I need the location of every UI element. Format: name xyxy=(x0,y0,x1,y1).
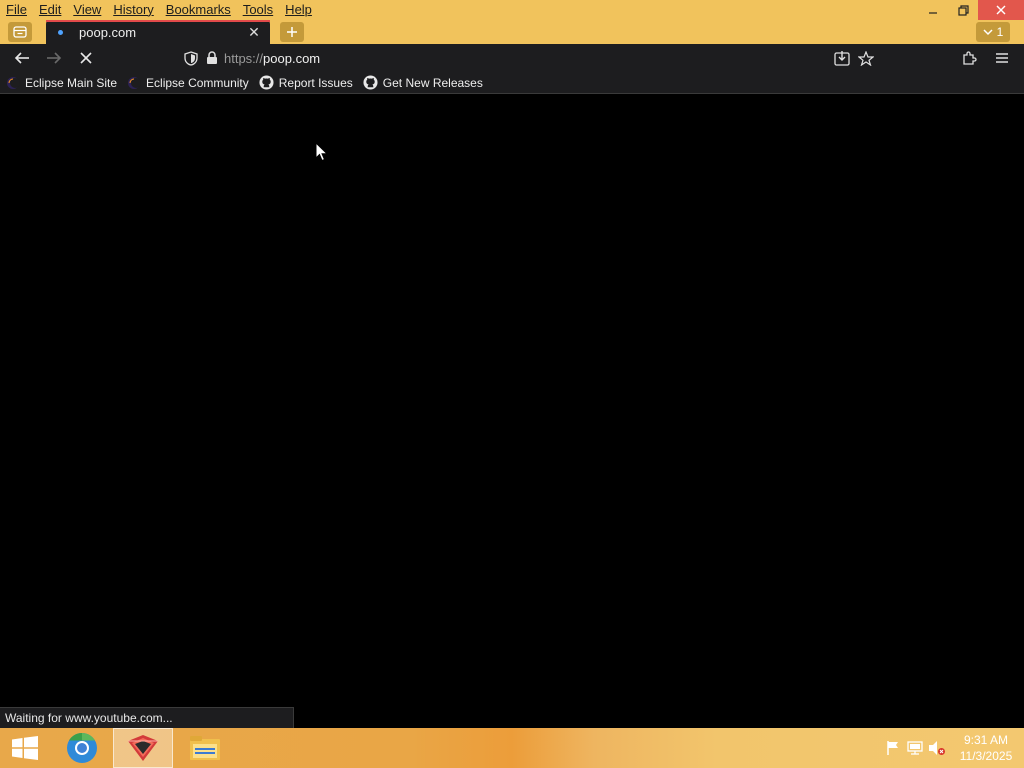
taskbar-clock[interactable]: 9:31 AM 11/3/2025 xyxy=(948,732,1024,764)
start-button[interactable] xyxy=(4,728,46,768)
bookmark-label: Get New Releases xyxy=(382,75,483,90)
puzzle-icon xyxy=(963,51,977,65)
bookmark-star-icon[interactable] xyxy=(858,50,874,66)
bookmarks-toolbar: Eclipse Main Site Eclipse Community Repo… xyxy=(0,72,1024,94)
tab-count: 1 xyxy=(996,25,1004,39)
github-icon xyxy=(363,75,378,90)
plus-icon xyxy=(287,27,297,37)
taskbar-browser-app[interactable] xyxy=(60,728,104,768)
firefox-view-button[interactable] xyxy=(8,22,32,42)
close-icon xyxy=(996,5,1006,15)
extensions-button[interactable] xyxy=(956,46,982,70)
shield-icon[interactable] xyxy=(184,50,198,66)
chromium-icon xyxy=(67,733,97,763)
github-icon xyxy=(259,75,274,90)
tab-close-icon[interactable]: ✕ xyxy=(244,24,264,41)
action-center-flag-icon[interactable] xyxy=(882,738,904,758)
eclipse-icon xyxy=(127,76,142,90)
folder-icon xyxy=(190,736,220,760)
minimize-icon xyxy=(929,12,937,14)
tab-title: poop.com xyxy=(79,24,137,40)
menu-edit[interactable]: Edit xyxy=(33,0,67,20)
forward-button[interactable] xyxy=(41,46,67,70)
menu-tools[interactable]: Tools xyxy=(237,0,279,20)
mouse-cursor-icon xyxy=(315,142,329,162)
restore-icon xyxy=(957,4,969,16)
menu-help[interactable]: Help xyxy=(279,0,318,20)
taskbar: 9:31 AM 11/3/2025 xyxy=(0,728,1024,768)
firefox-view-icon xyxy=(13,26,27,38)
volume-muted-icon[interactable] xyxy=(926,738,948,758)
menu-history[interactable]: History xyxy=(107,0,159,20)
lock-icon[interactable] xyxy=(206,51,218,65)
menu-file[interactable]: File xyxy=(0,0,33,20)
loading-dot-icon xyxy=(58,29,63,35)
bookmark-label: Eclipse Community xyxy=(146,75,249,90)
forward-arrow-icon xyxy=(47,52,62,64)
system-tray: 9:31 AM 11/3/2025 xyxy=(882,728,1024,768)
bookmark-report-issues[interactable]: Report Issues xyxy=(259,75,353,90)
menu-bookmarks[interactable]: Bookmarks xyxy=(160,0,237,20)
back-arrow-icon xyxy=(14,52,29,64)
window-controls xyxy=(918,0,1024,20)
chevron-down-icon xyxy=(983,29,993,36)
new-tab-button[interactable] xyxy=(280,22,304,42)
status-panel: Waiting for www.youtube.com... xyxy=(0,707,294,728)
taskbar-file-explorer[interactable] xyxy=(182,728,228,768)
tab-strip: poop.com ✕ 1 xyxy=(0,20,1024,44)
page-content[interactable] xyxy=(0,94,1024,728)
browser-fox-icon xyxy=(128,735,158,761)
bookmark-label: Eclipse Main Site xyxy=(25,75,118,90)
tab-active[interactable]: poop.com ✕ xyxy=(46,20,270,44)
download-page-icon[interactable] xyxy=(834,50,850,66)
list-all-tabs-button[interactable]: 1 xyxy=(976,22,1010,42)
bookmark-eclipse-community[interactable]: Eclipse Community xyxy=(127,76,249,90)
windows-logo-icon xyxy=(12,736,38,760)
menu-bar: File Edit View History Bookmarks Tools H… xyxy=(0,0,1024,20)
url-text[interactable]: https://poop.com xyxy=(224,51,320,66)
menu-view[interactable]: View xyxy=(67,0,107,20)
stop-icon xyxy=(80,52,92,64)
back-button[interactable] xyxy=(9,46,35,70)
eclipse-icon xyxy=(6,76,20,90)
bookmark-label: Report Issues xyxy=(278,75,353,90)
url-bar[interactable]: https://poop.com xyxy=(178,47,878,69)
network-icon[interactable] xyxy=(904,738,926,758)
restore-button[interactable] xyxy=(948,0,978,20)
navigation-toolbar: https://poop.com xyxy=(0,44,1024,72)
taskbar-firefox-app[interactable] xyxy=(113,728,173,768)
url-host: poop.com xyxy=(263,50,321,66)
clock-time: 9:31 AM xyxy=(963,733,1009,747)
bookmark-eclipse-main-site[interactable]: Eclipse Main Site xyxy=(6,76,117,90)
clock-date: 11/3/2025 xyxy=(959,749,1013,763)
bookmark-get-new-releases[interactable]: Get New Releases xyxy=(363,75,483,90)
app-menu-button[interactable] xyxy=(989,46,1015,70)
stop-button[interactable] xyxy=(73,46,99,70)
close-window-button[interactable] xyxy=(978,0,1024,20)
minimize-button[interactable] xyxy=(918,0,948,20)
hamburger-menu-icon xyxy=(996,53,1008,63)
url-scheme: https:// xyxy=(224,50,264,66)
